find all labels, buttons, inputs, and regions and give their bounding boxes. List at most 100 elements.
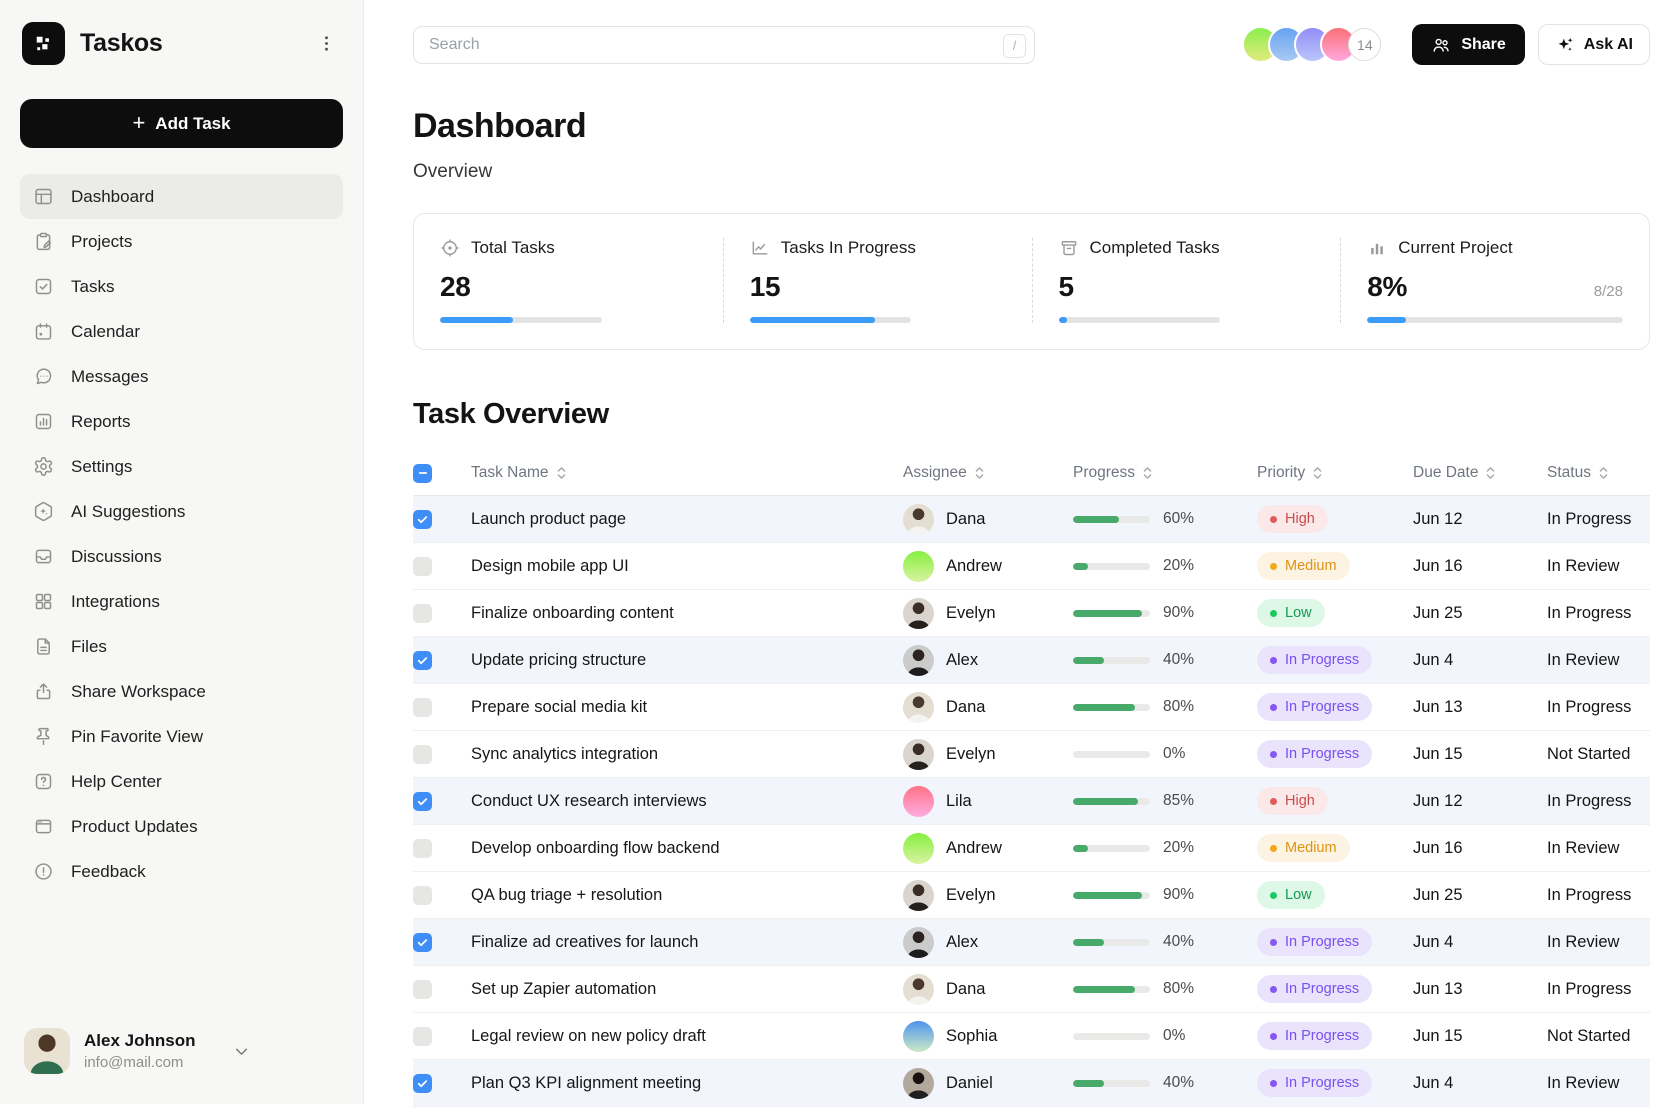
sidebar-item-reports[interactable]: Reports xyxy=(20,399,343,444)
sidebar-item-label: AI Suggestions xyxy=(71,502,185,522)
sidebar-item-label: Reports xyxy=(71,412,131,432)
column-header-progress[interactable]: Progress xyxy=(1073,464,1257,482)
row-checkbox[interactable] xyxy=(413,1027,432,1046)
sidebar-item-projects[interactable]: Projects xyxy=(20,219,343,264)
product-updates-icon xyxy=(33,816,54,837)
row-checkbox[interactable] xyxy=(413,886,432,905)
table-row[interactable]: Update pricing structureAlex40%In Progre… xyxy=(413,637,1650,684)
kebab-menu-icon[interactable] xyxy=(312,29,341,58)
priority-dot-icon xyxy=(1270,704,1277,711)
page-subtitle: Overview xyxy=(413,161,1650,183)
stat-progress-bar xyxy=(440,317,602,323)
sort-icon xyxy=(556,465,567,481)
progress-cell: 60% xyxy=(1073,510,1257,528)
sidebar-item-integrations[interactable]: Integrations xyxy=(20,579,343,624)
row-checkbox[interactable] xyxy=(413,1074,432,1093)
assignee-name: Lila xyxy=(946,792,972,811)
assignee-name: Sophia xyxy=(946,1027,997,1046)
assignee-avatar xyxy=(903,880,934,911)
avatar-count-badge[interactable]: 14 xyxy=(1348,28,1381,61)
status-text: In Review xyxy=(1547,839,1650,858)
sparkles-icon xyxy=(1555,35,1575,55)
row-checkbox[interactable] xyxy=(413,510,432,529)
share-button[interactable]: Share xyxy=(1412,24,1524,65)
priority-dot-icon xyxy=(1270,1080,1277,1087)
row-checkbox[interactable] xyxy=(413,557,432,576)
stat-progress-bar xyxy=(1059,317,1220,323)
user-profile[interactable]: Alex Johnson info@mail.com xyxy=(20,1028,343,1074)
sidebar-item-files[interactable]: Files xyxy=(20,624,343,669)
row-checkbox[interactable] xyxy=(413,745,432,764)
progress-bar xyxy=(1073,798,1150,805)
priority-badge: In Progress xyxy=(1257,928,1372,956)
table-row[interactable]: QA bug triage + resolutionEvelyn90%LowJu… xyxy=(413,872,1650,919)
sidebar-item-tasks[interactable]: Tasks xyxy=(20,264,343,309)
row-checkbox[interactable] xyxy=(413,604,432,623)
table-row[interactable]: Finalize ad creatives for launchAlex40%I… xyxy=(413,919,1650,966)
progress-bar xyxy=(1073,610,1150,617)
row-checkbox[interactable] xyxy=(413,980,432,999)
sidebar-item-pin-favorite-view[interactable]: Pin Favorite View xyxy=(20,714,343,759)
progress-percent: 85% xyxy=(1163,792,1194,810)
row-checkbox[interactable] xyxy=(413,698,432,717)
sidebar-item-product-updates[interactable]: Product Updates xyxy=(20,804,343,849)
assignee-avatar xyxy=(903,504,934,535)
column-header-status[interactable]: Status xyxy=(1547,464,1650,482)
collaborator-avatars[interactable]: 14 xyxy=(1242,26,1381,63)
table-row[interactable]: Develop onboarding flow backendAndrew20%… xyxy=(413,825,1650,872)
due-date: Jun 4 xyxy=(1413,933,1547,952)
row-checkbox[interactable] xyxy=(413,839,432,858)
stat-label: Total Tasks xyxy=(471,238,555,258)
files-icon xyxy=(33,636,54,657)
assignee-cell: Lila xyxy=(903,786,1073,817)
sidebar-item-discussions[interactable]: Discussions xyxy=(20,534,343,579)
sidebar-item-feedback[interactable]: Feedback xyxy=(20,849,343,894)
row-checkbox[interactable] xyxy=(413,651,432,670)
row-checkbox[interactable] xyxy=(413,933,432,952)
table-row[interactable]: Launch product pageDana60%HighJun 12In P… xyxy=(413,496,1650,543)
row-checkbox[interactable] xyxy=(413,792,432,811)
sidebar-item-help-center[interactable]: Help Center xyxy=(20,759,343,804)
priority-dot-icon xyxy=(1270,610,1277,617)
sidebar-item-dashboard[interactable]: Dashboard xyxy=(20,174,343,219)
progress-percent: 40% xyxy=(1163,933,1194,951)
table-row[interactable]: Prepare social media kitDana80%In Progre… xyxy=(413,684,1650,731)
chevron-down-icon[interactable] xyxy=(231,1041,252,1062)
table-row[interactable]: Sync analytics integrationEvelyn0%In Pro… xyxy=(413,731,1650,778)
search-input[interactable] xyxy=(413,26,1035,64)
table-row[interactable]: Set up Zapier automationDana80%In Progre… xyxy=(413,966,1650,1013)
table-row[interactable]: Legal review on new policy draftSophia0%… xyxy=(413,1013,1650,1060)
due-date: Jun 12 xyxy=(1413,792,1547,811)
column-header-priority[interactable]: Priority xyxy=(1257,464,1413,482)
assignee-name: Dana xyxy=(946,510,985,529)
progress-percent: 80% xyxy=(1163,698,1194,716)
priority-dot-icon xyxy=(1270,939,1277,946)
sort-icon xyxy=(1142,465,1153,481)
sidebar-item-label: Pin Favorite View xyxy=(71,727,203,747)
sidebar-item-ai-suggestions[interactable]: AI Suggestions xyxy=(20,489,343,534)
assignee-cell: Andrew xyxy=(903,551,1073,582)
sidebar-item-calendar[interactable]: Calendar xyxy=(20,309,343,354)
share-workspace-icon xyxy=(33,681,54,702)
table-row[interactable]: Plan Q3 KPI alignment meetingDaniel40%In… xyxy=(413,1060,1650,1107)
select-all-checkbox[interactable] xyxy=(413,464,432,483)
column-header-assignee[interactable]: Assignee xyxy=(903,464,1073,482)
column-header-task-name[interactable]: Task Name xyxy=(471,464,903,482)
pin-icon xyxy=(33,726,54,747)
sidebar-item-messages[interactable]: Messages xyxy=(20,354,343,399)
tasks-icon xyxy=(33,276,54,297)
priority-badge: Medium xyxy=(1257,552,1350,580)
table-row[interactable]: Finalize onboarding contentEvelyn90%LowJ… xyxy=(413,590,1650,637)
sidebar-item-label: Projects xyxy=(71,232,132,252)
priority-badge: High xyxy=(1257,505,1328,533)
progress-cell: 85% xyxy=(1073,792,1257,810)
sidebar-item-settings[interactable]: Settings xyxy=(20,444,343,489)
table-row[interactable]: Design mobile app UIAndrew20%MediumJun 1… xyxy=(413,543,1650,590)
ask-ai-button[interactable]: Ask AI xyxy=(1538,24,1650,65)
sidebar-item-share-workspace[interactable]: Share Workspace xyxy=(20,669,343,714)
stat-completed-tasks: Completed Tasks5 xyxy=(1032,238,1341,323)
user-email: info@mail.com xyxy=(84,1054,195,1071)
add-task-button[interactable]: + Add Task xyxy=(20,99,343,148)
table-row[interactable]: Conduct UX research interviewsLila85%Hig… xyxy=(413,778,1650,825)
column-header-due-date[interactable]: Due Date xyxy=(1413,464,1547,482)
